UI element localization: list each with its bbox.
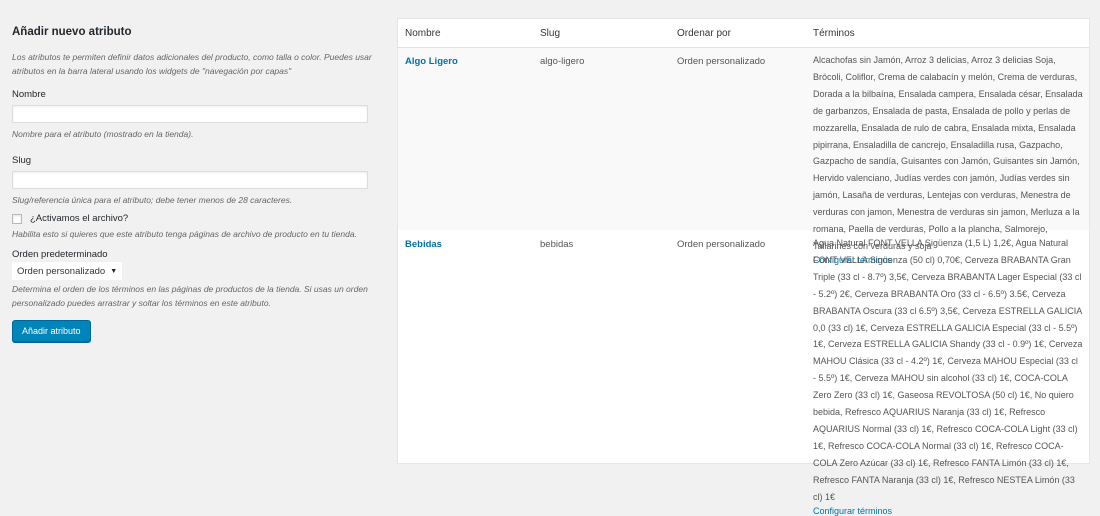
order-select[interactable]: Orden personalizado ▼ (12, 262, 123, 280)
attribute-name-link[interactable]: Bebidas (405, 239, 442, 250)
column-header-terms[interactable]: Términos (813, 28, 855, 39)
slug-input[interactable] (12, 171, 368, 189)
table-row: Bebidas bebidas Orden personalizado Agua… (398, 231, 1089, 516)
order-help: Determina el orden de los términos en la… (12, 284, 368, 308)
form-title: Añadir nuevo atributo (12, 26, 132, 38)
order-select-value: Orden personalizado (17, 265, 106, 277)
archive-label: ¿Activamos el archivo? (30, 213, 129, 224)
table-header: Nombre Slug Ordenar por Términos (398, 19, 1089, 48)
column-header-slug[interactable]: Slug (540, 28, 560, 39)
name-label: Nombre (12, 89, 46, 100)
attribute-name-link[interactable]: Algo Ligero (405, 56, 458, 67)
archive-option: ¿Activamos el archivo? (12, 213, 390, 224)
attributes-table: Nombre Slug Ordenar por Términos Algo Li… (397, 18, 1090, 516)
attribute-order: Orden personalizado (677, 56, 766, 67)
archive-help: Habilita esto si quieres que este atribu… (12, 229, 357, 239)
chevron-down-icon: ▼ (110, 267, 118, 275)
name-help: Nombre para el atributo (mostrado en la … (12, 129, 194, 139)
attribute-terms: Agua Natural FONT VELLA Sigüenza (1,5 L)… (813, 238, 1083, 502)
attribute-slug: algo-ligero (540, 56, 585, 67)
slug-label: Slug (12, 155, 32, 166)
attribute-slug: bebidas (540, 239, 574, 250)
table-row: Algo Ligero algo-ligero Orden personaliz… (398, 48, 1089, 265)
column-header-name[interactable]: Nombre (405, 28, 441, 39)
attribute-terms-cell: Agua Natural FONT VELLA Sigüenza (1,5 L)… (813, 235, 1083, 516)
configure-terms-link[interactable]: Configurar términos (813, 506, 1083, 516)
slug-help: Slug/referencia única para el atributo; … (12, 195, 293, 205)
order-label: Orden predeterminado (12, 249, 108, 260)
name-input[interactable] (12, 105, 368, 123)
form-intro: Los atributos te permiten definir datos … (12, 52, 372, 76)
attribute-order: Orden personalizado (677, 239, 766, 250)
add-attribute-form: Añadir nuevo atributo Los atributos te p… (12, 26, 390, 342)
attribute-terms: Alcachofas sin Jamón, Arroz 3 delicias, … (813, 55, 1083, 251)
add-attribute-button[interactable]: Añadir atributo (12, 320, 91, 342)
column-header-order[interactable]: Ordenar por (677, 28, 731, 39)
archive-checkbox[interactable] (12, 213, 22, 224)
